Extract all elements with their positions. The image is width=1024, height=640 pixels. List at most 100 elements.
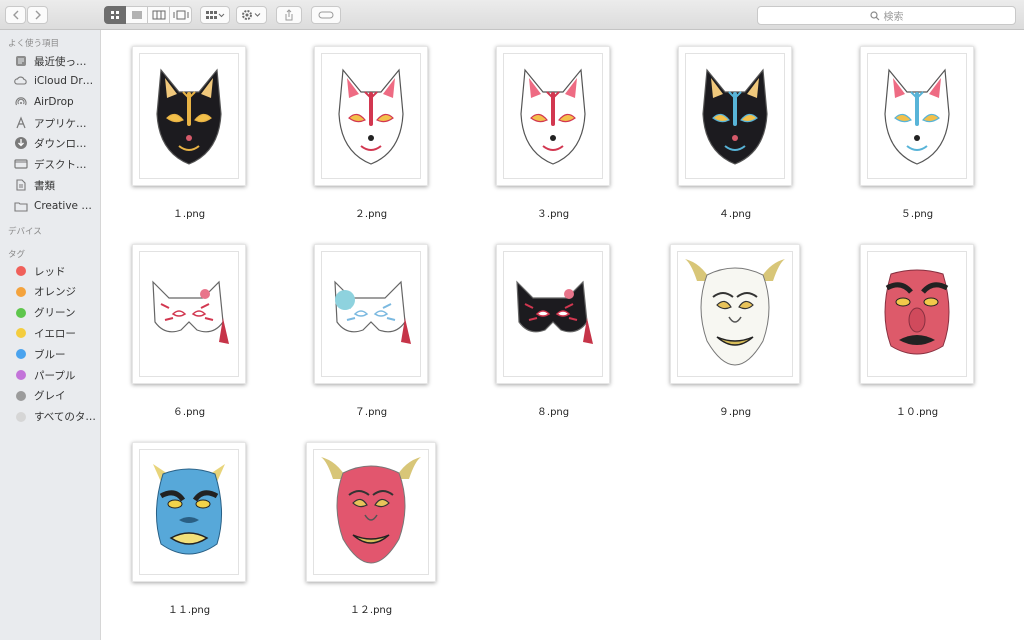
file-name[interactable]: ２.png (311, 205, 431, 220)
airdrop-icon (14, 95, 28, 109)
favorites-header: よく使う項目 (8, 39, 60, 49)
sidebar-item-airdrop[interactable]: AirDrop (0, 92, 100, 112)
sidebar-item-documents[interactable]: 書類 (0, 175, 100, 195)
file-name[interactable]: １１.png (129, 601, 249, 616)
gallery-icon (173, 10, 188, 20)
mask-image (867, 251, 967, 377)
tag-color-dot-icon (16, 390, 26, 401)
sidebar-tag-label: パープル (34, 369, 76, 382)
file-thumbnail[interactable] (670, 244, 800, 384)
file-thumbnail[interactable] (314, 46, 428, 186)
tag-color-dot-icon (16, 286, 26, 297)
sidebar-tag-item[interactable]: グレイ (0, 386, 100, 406)
search-icon (869, 10, 879, 20)
sidebar-tag-item[interactable]: レッド (0, 261, 100, 281)
gallery-view-button[interactable] (170, 6, 192, 24)
mask-image (503, 53, 603, 179)
sidebar-tag-label: イエロー (34, 327, 76, 340)
file-name[interactable]: ７.png (311, 403, 431, 418)
file-name[interactable]: １２.png (311, 601, 431, 616)
file-name[interactable]: ９.png (675, 403, 795, 418)
mask-image (139, 449, 239, 575)
file-thumbnail[interactable] (306, 442, 436, 582)
file-thumbnail[interactable] (132, 244, 246, 384)
file-thumbnail[interactable] (860, 46, 974, 186)
file-name[interactable]: １.png (129, 205, 249, 220)
sidebar-item-recents[interactable]: 最近使った… (0, 51, 100, 71)
sidebar-item-desktop[interactable]: デスクトップ (0, 154, 100, 174)
file-name[interactable]: ６.png (129, 403, 249, 418)
icon-view-button[interactable] (104, 6, 126, 24)
chevron-left-icon (12, 10, 18, 20)
tags-header: タグ (8, 250, 26, 260)
sidebar-tag-item[interactable]: グリーン (0, 303, 100, 323)
mask-image (321, 53, 421, 179)
file-thumbnail[interactable] (496, 46, 610, 186)
applications-icon (14, 116, 28, 130)
tag-color-dot-icon (16, 411, 26, 422)
mask-image (503, 251, 603, 377)
sidebar-item-icloud-drive[interactable]: iCloud Drive (0, 71, 100, 91)
downloads-icon (14, 136, 28, 150)
arrange-grid-icon (206, 11, 225, 19)
sidebar-tag-item[interactable]: すべてのタ… (0, 407, 100, 427)
view-mode-control (104, 6, 192, 24)
sidebar-tag-label: ブルー (34, 348, 66, 361)
search-field[interactable]: 検索 (757, 6, 1016, 25)
columns-icon (152, 10, 165, 20)
sidebar-item-downloads[interactable]: ダウンロード (0, 133, 100, 153)
sidebar-tag-item[interactable]: オレンジ (0, 282, 100, 302)
gear-icon (241, 10, 260, 20)
file-name[interactable]: ５.png (857, 205, 977, 220)
sidebar-tag-item[interactable]: イエロー (0, 323, 100, 343)
tag-color-dot-icon (16, 349, 26, 360)
icon-grid-icon (111, 11, 119, 19)
file-name[interactable]: ８.png (493, 403, 613, 418)
sidebar-tag-item[interactable]: ブルー (0, 344, 100, 364)
mask-image (321, 251, 421, 377)
sidebar-tag-label: グリーン (34, 307, 76, 320)
mask-image (313, 449, 429, 575)
sidebar-tag-label: レッド (34, 265, 66, 278)
search-placeholder: 検索 (883, 12, 904, 23)
tag-color-dot-icon (16, 370, 26, 380)
file-thumbnail[interactable] (132, 46, 246, 186)
back-button[interactable] (5, 6, 26, 24)
file-grid: １.png ２.png ３.png ４.png ５.png ６.png ７.pn… (101, 30, 1024, 640)
file-name[interactable]: ３.png (493, 205, 613, 220)
sidebar-tag-item[interactable]: パープル (0, 365, 100, 385)
action-button[interactable] (236, 6, 267, 24)
devices-header: デバイス (8, 227, 42, 237)
column-view-button[interactable] (148, 6, 170, 24)
tag-color-dot-icon (16, 266, 26, 276)
sidebar-tag-label: グレイ (34, 390, 66, 403)
file-name[interactable]: ４.png (675, 205, 795, 220)
file-thumbnail[interactable] (860, 244, 974, 384)
sidebar-item-applications[interactable]: アプリケー… (0, 113, 100, 133)
sidebar-tag-label: オレンジ (34, 286, 76, 299)
chevron-right-icon (35, 10, 41, 20)
desktop-icon (14, 157, 28, 171)
list-view-button[interactable] (126, 6, 148, 24)
file-thumbnail[interactable] (132, 442, 246, 582)
mask-image (139, 251, 239, 377)
cloud-icon (14, 74, 28, 88)
recents-icon (14, 54, 28, 68)
folder-icon (14, 199, 28, 213)
tag-color-dot-icon (16, 328, 26, 339)
file-name[interactable]: １０.png (857, 403, 977, 418)
arrange-button[interactable] (200, 6, 230, 24)
edit-tags-button[interactable] (311, 6, 341, 24)
finder-window: 検索 よく使う項目 最近使った… iCloud Drive AirDrop アプ… (0, 0, 1024, 640)
file-thumbnail[interactable] (496, 244, 610, 384)
toolbar: 検索 (0, 0, 1024, 30)
file-thumbnail[interactable] (314, 244, 428, 384)
mask-image (139, 53, 239, 179)
mask-image (685, 53, 785, 179)
sidebar-tag-label: すべてのタ… (34, 411, 96, 424)
file-thumbnail[interactable] (678, 46, 792, 186)
share-button[interactable] (276, 6, 302, 24)
sidebar: よく使う項目 最近使った… iCloud Drive AirDrop アプリケー… (0, 30, 101, 640)
forward-button[interactable] (27, 6, 48, 24)
sidebar-item-creative-cloud[interactable]: Creative Cl… (0, 196, 100, 216)
